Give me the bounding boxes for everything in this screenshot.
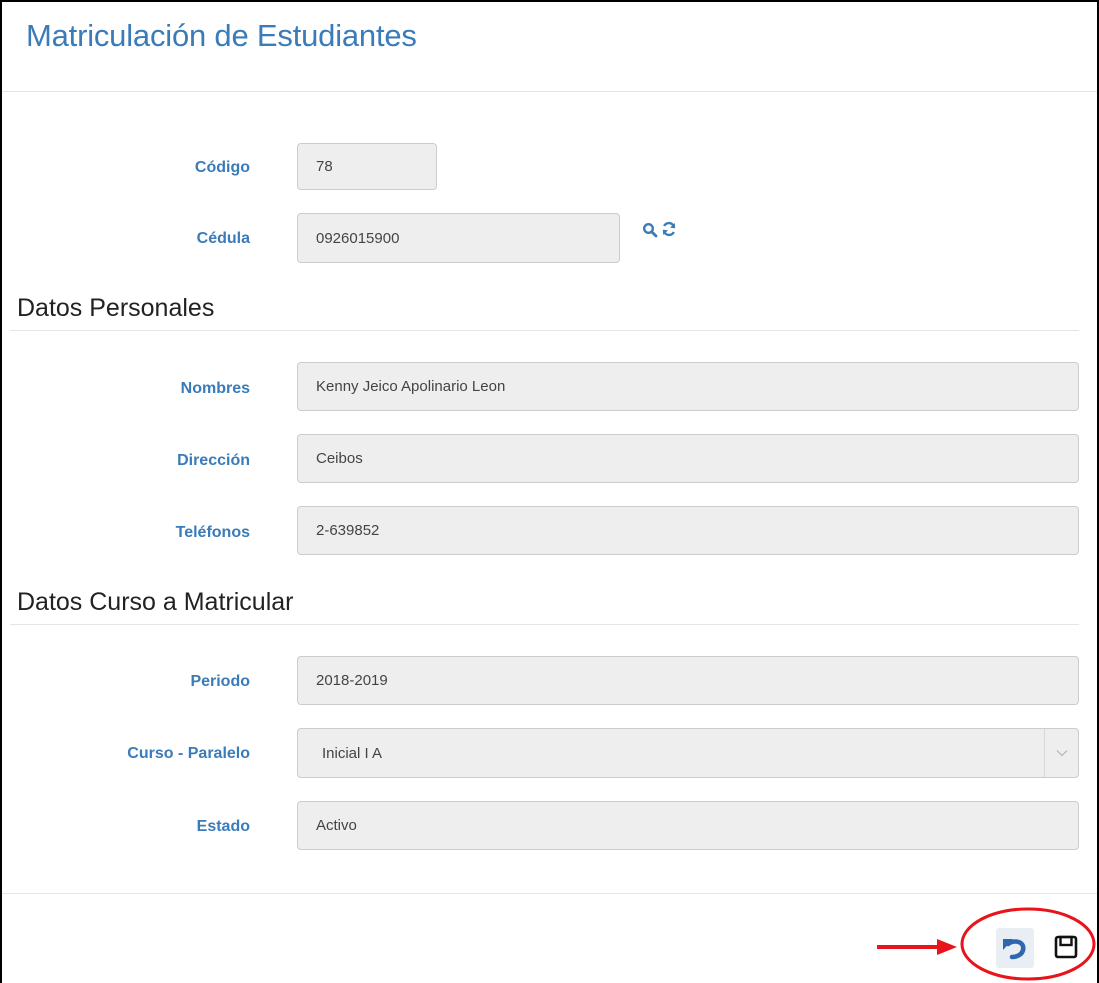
page-title: Matriculación de Estudiantes [26,18,417,53]
curso-paralelo-value: Inicial I A [322,744,383,762]
dropdown-toggle[interactable] [1044,729,1078,777]
refresh-icon[interactable] [661,221,677,242]
arrow-right-icon [877,939,957,955]
chevron-down-icon [1056,750,1067,757]
estado-field[interactable]: Activo [297,801,1079,850]
telefonos-label: Teléfonos [175,524,250,541]
nombres-field[interactable]: Kenny Jeico Apolinario Leon [297,362,1079,411]
nombres-label: Nombres [180,380,250,397]
periodo-field[interactable]: 2018-2019 [297,656,1079,705]
periodo-label: Periodo [190,673,250,690]
section-divider [10,330,1079,331]
direccion-label: Dirección [177,452,250,469]
header-divider [2,91,1097,92]
annotation-ellipse [960,907,1096,981]
codigo-label: Código [194,159,250,176]
footer-divider [2,893,1097,894]
telefonos-field[interactable]: 2-639852 [297,506,1079,555]
search-icon[interactable] [642,222,658,243]
section-divider [10,624,1079,625]
direccion-field[interactable]: Ceibos [297,434,1079,483]
section-title-datos-curso: Datos Curso a Matricular [17,588,294,616]
window-border-top [0,0,1099,2]
section-title-datos-personales: Datos Personales [17,294,215,322]
cedula-field[interactable]: 0926015900 [297,213,620,263]
estado-label: Estado [196,818,250,835]
cedula-label: Cédula [196,230,250,247]
codigo-field[interactable]: 78 [297,143,437,190]
curso-paralelo-label: Curso - Paralelo [127,745,250,762]
curso-paralelo-select[interactable]: Inicial I A [297,728,1079,778]
